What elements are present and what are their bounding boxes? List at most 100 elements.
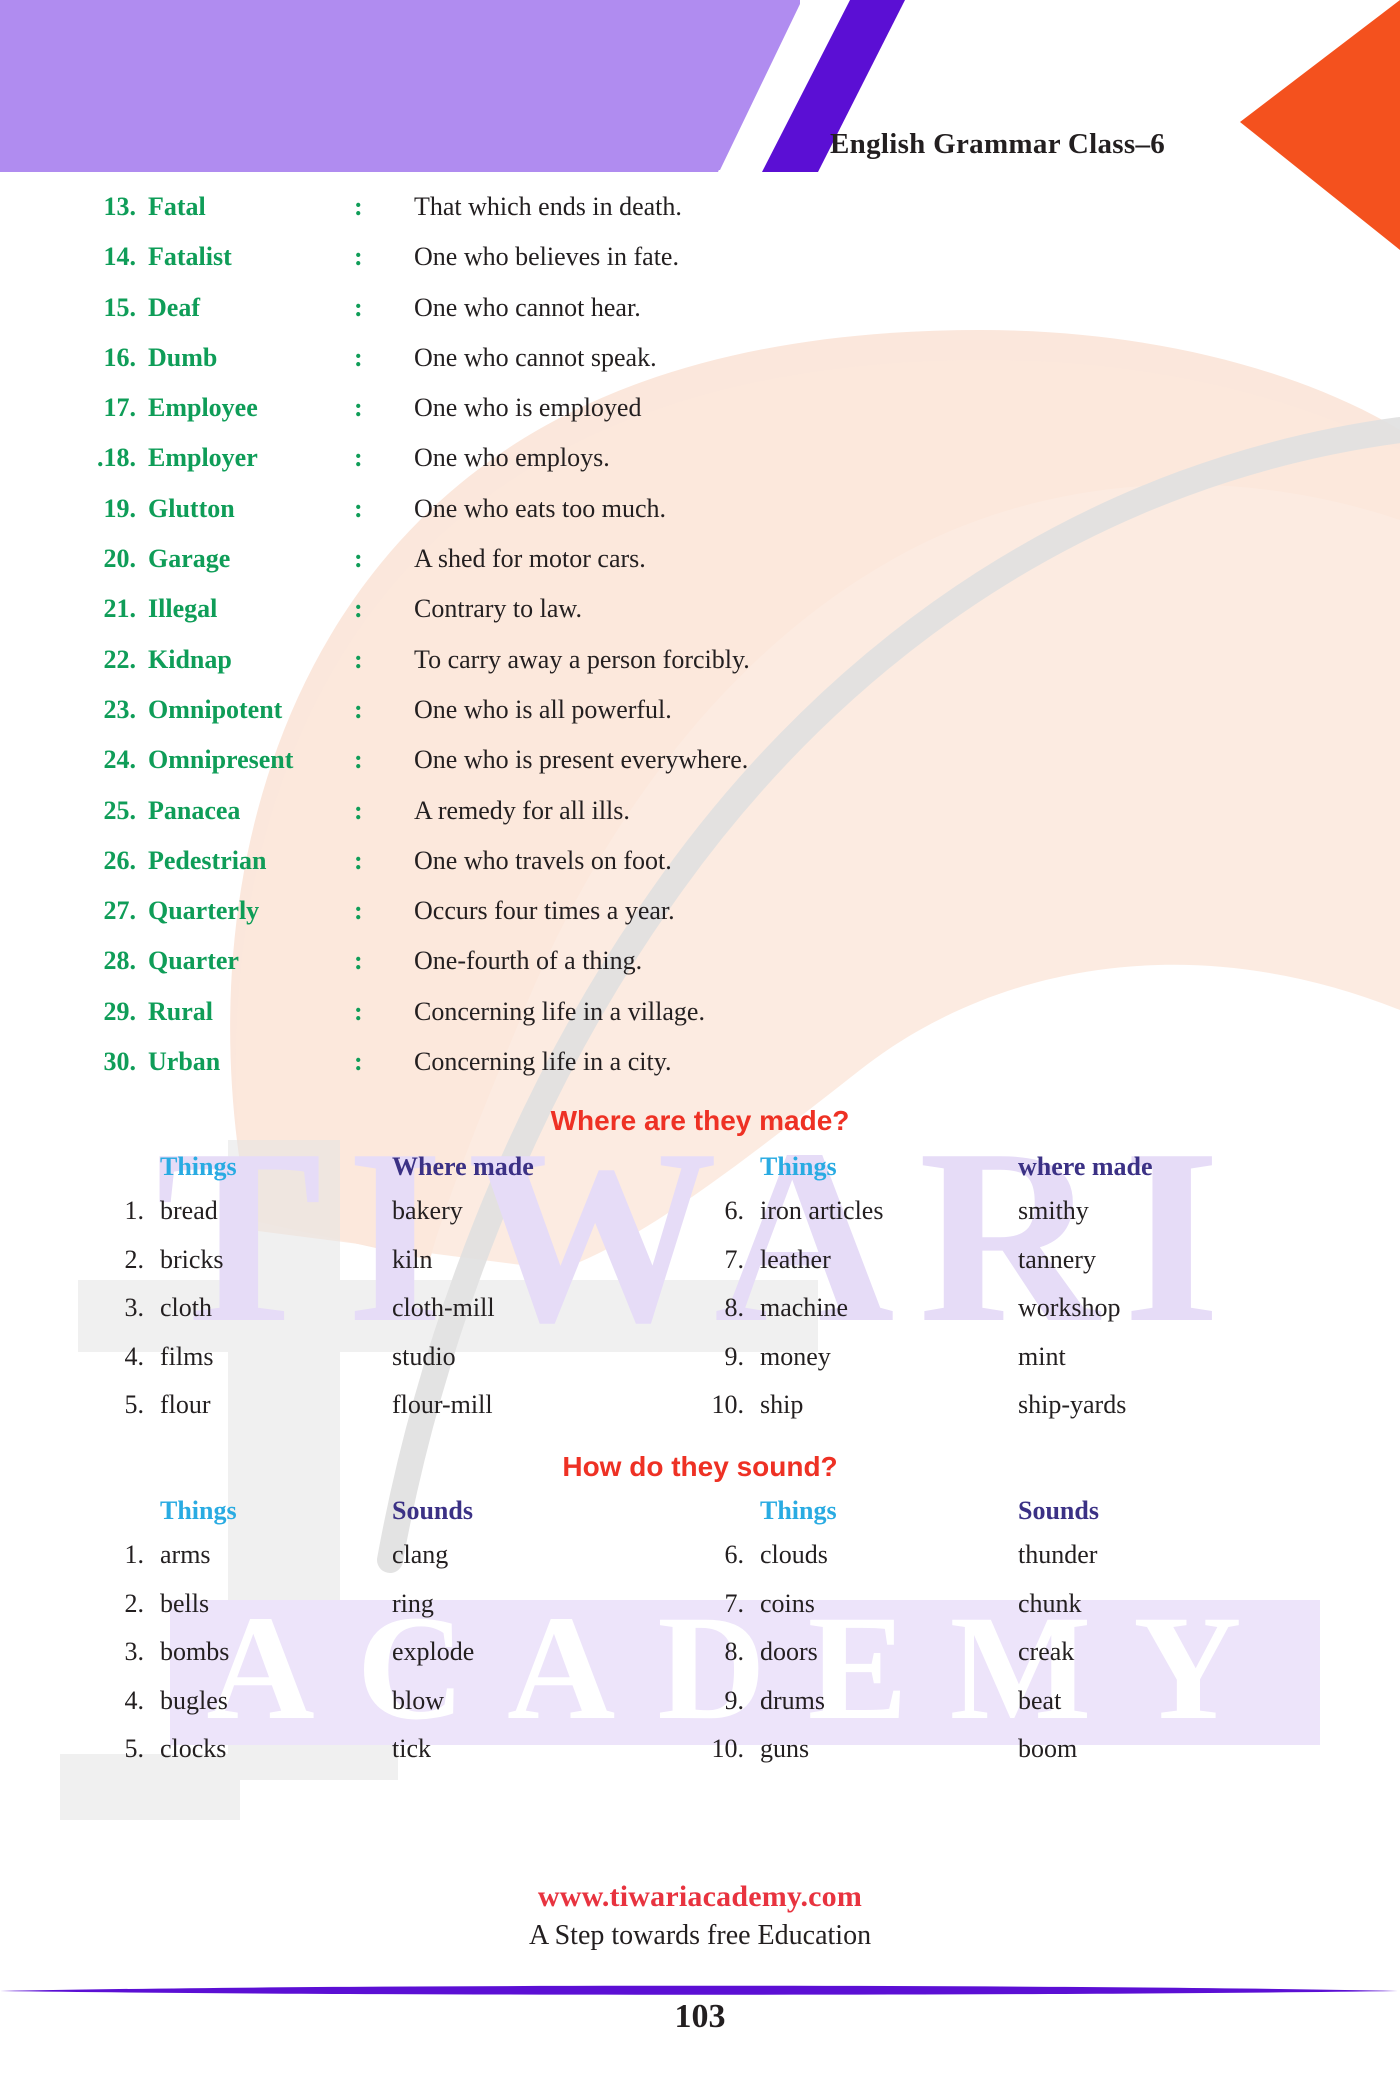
table-row: 5. flour flour-mill 10. ship ship-yards: [0, 1390, 1400, 1439]
definition-word: Garage: [148, 544, 231, 574]
header-right-value: Sounds: [1018, 1496, 1099, 1525]
row-number-left: 5.: [124, 1390, 145, 1419]
definition-number: 29.: [103, 996, 137, 1026]
document-page: TIWARI ACADEMY English Grammar Class–6 1…: [0, 0, 1400, 2100]
definitions-list: 13. Fatal: That which ends in death. 14. Fat…: [0, 192, 1400, 1097]
cell-left-thing: cloth: [160, 1293, 212, 1322]
definition-word: Kidnap: [148, 644, 232, 674]
header-right-value: where made: [1018, 1152, 1153, 1181]
definition-meaning: One who cannot hear.: [414, 292, 641, 322]
definition-row: 21. Illegal: Contrary to law.: [0, 594, 1400, 644]
definition-colon: :: [354, 896, 363, 926]
row-number-left: 2.: [124, 1588, 145, 1618]
definition-number: 19.: [103, 493, 137, 523]
definition-colon: :: [354, 644, 363, 674]
cell-right-value: beat: [1018, 1685, 1062, 1715]
table-row: 5. clocks tick 10. guns boom: [0, 1734, 1400, 1783]
definition-meaning: Contrary to law.: [414, 594, 582, 624]
section-heading-where-made: Where are they made?: [550, 1105, 850, 1136]
table-row: 3. cloth cloth-mill 8. machine workshop: [0, 1293, 1400, 1342]
cell-right-thing: clouds: [760, 1540, 828, 1569]
definition-colon: :: [354, 845, 363, 875]
table-row: 1. arms clang 6. clouds thunder: [0, 1540, 1400, 1589]
table-row: 1. bread bakery 6. iron articles smithy: [0, 1196, 1400, 1245]
definition-number: 30.: [103, 1047, 137, 1077]
table-how-sound: Things Sounds Things Sounds 1. arms clang 6…: [0, 1496, 1400, 1783]
definition-meaning: One who travels on foot.: [414, 845, 672, 875]
header-light-purple-parallelogram-body: [0, 2, 790, 172]
row-number-right: 7.: [724, 1244, 745, 1274]
cell-right-thing: guns: [760, 1734, 810, 1763]
row-number-left: 3.: [124, 1293, 145, 1322]
definition-meaning: One who is present everywhere.: [414, 745, 749, 775]
definition-number: .18.: [97, 443, 136, 473]
website-link[interactable]: www.tiwariacademy.com: [0, 1880, 1400, 1914]
cell-right-value: thunder: [1018, 1540, 1098, 1569]
cell-left-value: cloth-mill: [392, 1293, 495, 1322]
cell-left-value: studio: [392, 1341, 456, 1371]
cell-right-thing: ship: [760, 1390, 804, 1419]
cell-right-value: boom: [1018, 1734, 1078, 1763]
row-number-right: 10.: [711, 1390, 745, 1419]
cell-right-value: chunk: [1018, 1588, 1082, 1618]
table-row: 3. bombs explode 8. doors creak: [0, 1637, 1400, 1686]
definition-word: Omnipotent: [148, 694, 283, 724]
definition-number: 14.: [103, 242, 137, 272]
cell-right-thing: drums: [760, 1685, 825, 1715]
cell-left-thing: films: [160, 1341, 214, 1371]
definition-colon: :: [354, 393, 363, 423]
row-number-right: 8.: [724, 1293, 745, 1322]
definition-colon: :: [354, 242, 363, 272]
definition-row: 28. Quarter: One-fourth of a thing.: [0, 946, 1400, 996]
definition-row: 16. Dumb: One who cannot speak.: [0, 343, 1400, 393]
cell-right-value: mint: [1018, 1341, 1066, 1371]
definition-colon: :: [354, 946, 363, 976]
header-right-things: Things: [760, 1152, 837, 1181]
cell-left-value: clang: [392, 1540, 449, 1569]
definition-row: 26. Pedestrian: One who travels on foot.: [0, 846, 1400, 896]
definition-colon: :: [354, 795, 363, 825]
table-row: 4. films studio 9. money mint: [0, 1342, 1400, 1391]
cell-left-thing: arms: [160, 1540, 211, 1569]
definition-row: 20. Garage: A shed for motor cars.: [0, 544, 1400, 594]
cell-left-value: tick: [392, 1734, 431, 1763]
cell-left-value: blow: [392, 1685, 444, 1715]
definition-colon: :: [354, 996, 363, 1026]
cell-left-value: bakery: [392, 1196, 463, 1225]
definition-word: Panacea: [148, 795, 241, 825]
definition-meaning: One who eats too much.: [414, 493, 667, 523]
definition-row: 17. Employee: One who is employed: [0, 393, 1400, 443]
cell-right-thing: coins: [760, 1588, 815, 1618]
definition-meaning: A shed for motor cars.: [414, 544, 646, 574]
definition-row: 22. Kidnap: To carry away a person forcibl…: [0, 645, 1400, 695]
cell-left-thing: bricks: [160, 1244, 224, 1274]
definition-word: Rural: [148, 996, 213, 1026]
definition-colon: :: [354, 342, 363, 372]
footer-divider-line: [0, 1985, 1400, 1995]
header-left-value: Sounds: [392, 1496, 473, 1525]
definition-meaning: A remedy for all ills.: [414, 795, 630, 825]
definition-word: Fatalist: [148, 242, 232, 272]
footer-divider: [0, 1982, 1400, 1998]
row-number-left: 4.: [124, 1341, 145, 1371]
definition-meaning: To carry away a person forcibly.: [414, 644, 750, 674]
row-number-left: 2.: [124, 1244, 145, 1274]
cell-right-thing: leather: [760, 1244, 831, 1274]
page-footer: www.tiwariacademy.com A Step towards fre…: [0, 1880, 1400, 1952]
definition-number: 15.: [103, 292, 137, 322]
footer-tagline: A Step towards free Education: [528, 1920, 872, 1951]
definition-row: 13. Fatal: That which ends in death.: [0, 192, 1400, 242]
definition-meaning: Concerning life in a city.: [414, 1047, 672, 1077]
definition-colon: :: [354, 493, 363, 523]
definition-number: 20.: [103, 544, 137, 574]
definition-meaning: Occurs four times a year.: [414, 896, 675, 926]
cell-left-value: ring: [392, 1588, 434, 1618]
definition-row: 27. Quarterly: Occurs four times a year.: [0, 896, 1400, 946]
definition-number: 27.: [103, 896, 137, 926]
definition-meaning: One who is employed: [414, 393, 642, 423]
table-row: 2. bricks kiln 7. leather tannery: [0, 1245, 1400, 1294]
cell-left-value: explode: [392, 1637, 475, 1666]
definition-row: .18. Employer: One who employs.: [0, 443, 1400, 493]
cell-left-thing: bread: [160, 1196, 218, 1225]
cell-left-value: flour-mill: [392, 1390, 493, 1419]
